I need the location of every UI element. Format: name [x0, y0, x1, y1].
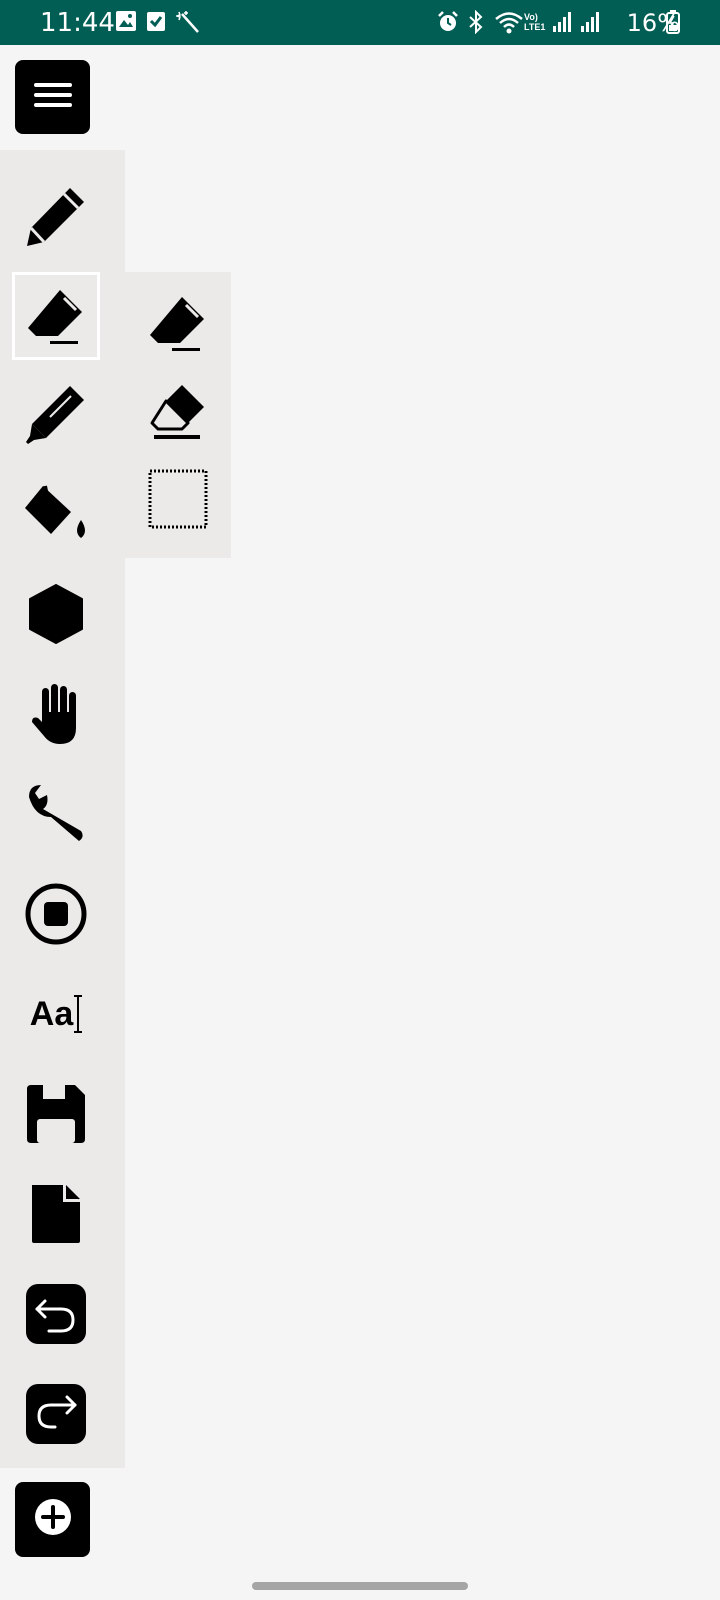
eraser-outline-icon	[146, 379, 210, 448]
status-bar: 11:44 Vo) LTE1 16%	[0, 0, 720, 45]
record-tool[interactable]	[12, 870, 100, 958]
floppy-disk-icon	[25, 1083, 87, 1145]
pencil-tool[interactable]	[12, 172, 100, 260]
pan-tool[interactable]	[12, 670, 100, 758]
hamburger-menu-icon	[33, 81, 73, 114]
new-page-tool[interactable]	[12, 1170, 100, 1258]
redo-icon	[25, 1383, 87, 1445]
undo-icon	[25, 1283, 87, 1345]
pencil-icon	[24, 184, 88, 248]
file-icon	[28, 1183, 84, 1245]
eraser-tool[interactable]	[12, 272, 100, 360]
dotted-square-icon	[146, 467, 210, 536]
add-button[interactable]	[15, 1482, 90, 1557]
plus-circle-icon	[33, 1497, 73, 1542]
bluetooth-icon	[467, 9, 485, 39]
network-type-label: Vo) LTE1	[524, 12, 546, 32]
eraser-filled-option[interactable]	[135, 282, 221, 368]
magic-wand-icon	[174, 10, 200, 39]
highlighter-tool[interactable]	[12, 370, 100, 458]
stop-circle-icon	[24, 882, 88, 946]
eraser-options-panel	[125, 272, 231, 558]
text-icon: Aa	[29, 994, 83, 1034]
undo-button[interactable]	[12, 1270, 100, 1358]
text-tool[interactable]: Aa	[12, 970, 100, 1058]
wrench-icon	[25, 783, 87, 845]
home-indicator[interactable]	[252, 1582, 468, 1590]
menu-button[interactable]	[15, 60, 90, 134]
redo-button[interactable]	[12, 1370, 100, 1458]
area-select-option[interactable]	[135, 458, 221, 544]
paint-bucket-icon	[23, 482, 89, 546]
text-tool-glyph: Aa	[29, 995, 74, 1033]
settings-tool[interactable]	[12, 770, 100, 858]
hexagon-icon	[26, 583, 86, 645]
shape-tool[interactable]	[12, 570, 100, 658]
hand-icon	[30, 682, 82, 746]
signal-strength-icon	[552, 10, 572, 39]
gallery-icon	[115, 10, 137, 37]
status-time: 11:44	[40, 8, 115, 38]
alarm-icon	[436, 10, 460, 39]
save-tool[interactable]	[12, 1070, 100, 1158]
marker-icon	[24, 382, 88, 446]
eraser-filled-icon	[146, 291, 210, 360]
signal-strength-2-icon	[580, 10, 600, 39]
wifi-icon	[494, 10, 524, 39]
eraser-icon	[24, 284, 88, 348]
fill-tool[interactable]	[12, 470, 100, 558]
battery-charging-icon	[666, 10, 680, 39]
eraser-outline-option[interactable]	[135, 370, 221, 456]
task-check-icon	[146, 10, 166, 37]
